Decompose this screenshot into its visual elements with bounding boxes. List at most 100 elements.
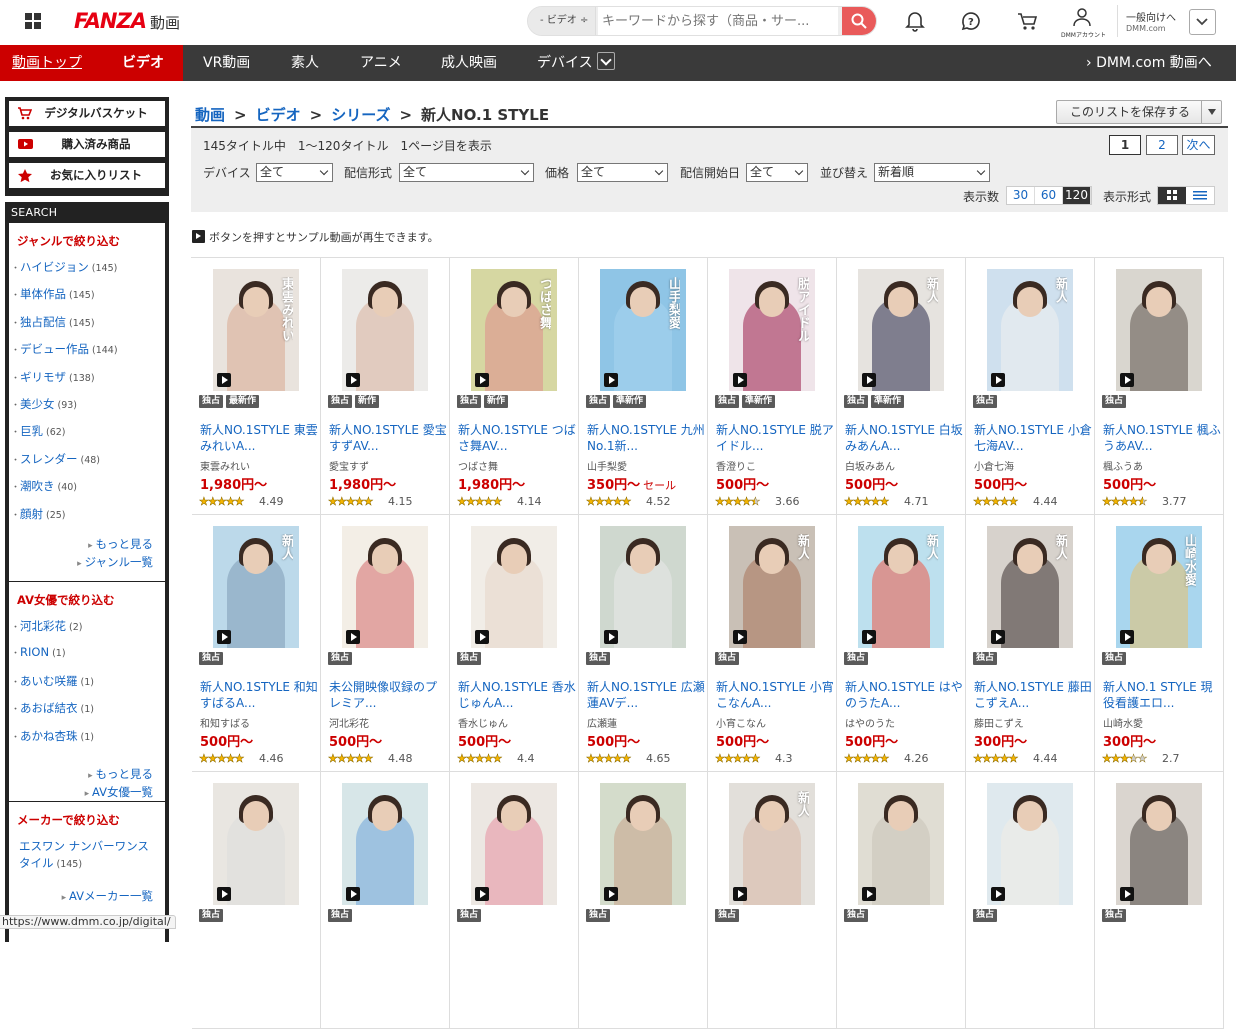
play-icon[interactable] <box>991 373 1005 387</box>
product-title[interactable]: 新人NO.1STYLE 小宵こなんA... <box>716 679 834 711</box>
product-actress[interactable]: 楓ふうあ <box>1103 458 1143 473</box>
product-card[interactable]: 新人 独占 新人NO.1STYLE はやのうたA... はやのうた 500円〜 ★★★★★… <box>837 515 966 772</box>
play-icon[interactable] <box>346 630 360 644</box>
play-icon[interactable] <box>733 630 747 644</box>
app-grid-icon[interactable] <box>25 13 41 29</box>
play-icon[interactable] <box>862 373 876 387</box>
product-title[interactable] <box>974 936 1092 968</box>
product-thumbnail[interactable] <box>342 269 428 391</box>
product-title[interactable] <box>716 936 834 968</box>
help-icon[interactable]: ? <box>960 10 982 32</box>
genre-item[interactable]: ギリモザ(138) <box>17 369 157 396</box>
next-page-button[interactable]: 次へ <box>1182 135 1215 155</box>
product-card[interactable]: 独占 新作 新人NO.1STYLE 愛宝すずAV... 愛宝すず 1,980円〜 ★★★★… <box>321 258 450 515</box>
breadcrumb-series[interactable]: シリーズ <box>331 106 390 124</box>
product-card[interactable]: 独占 新人NO.1STYLE 香水じゅんA... 香水じゅん 500円〜 ★★★★★ ★★… <box>450 515 579 772</box>
product-thumbnail[interactable] <box>858 783 944 905</box>
product-thumbnail[interactable]: 新人 <box>987 269 1073 391</box>
product-thumbnail[interactable] <box>342 783 428 905</box>
genre-item[interactable]: デビュー作品(144) <box>17 341 157 368</box>
product-title[interactable]: 新人NO.1STYLE 脱アイドル... <box>716 422 834 454</box>
play-icon[interactable] <box>1120 630 1134 644</box>
genre-item[interactable]: 単体作品(145) <box>17 286 157 313</box>
product-actress[interactable]: 和知すばる <box>200 715 250 730</box>
play-icon[interactable] <box>475 630 489 644</box>
product-thumbnail[interactable] <box>213 783 299 905</box>
product-title[interactable] <box>587 936 705 968</box>
bell-icon[interactable] <box>905 10 925 32</box>
product-card[interactable]: 独占 <box>321 772 450 1029</box>
product-thumbnail[interactable] <box>600 783 686 905</box>
product-card[interactable]: 独占 <box>192 772 321 1029</box>
genre-item[interactable]: 独占配信(145) <box>17 314 157 341</box>
actress-item[interactable]: 河北彩花(2) <box>17 618 157 645</box>
product-card[interactable]: 独占 未公開映像収録のプレミア... 河北彩花 500円〜 ★★★★★ ★★★★★ 4.48 <box>321 515 450 772</box>
play-icon[interactable] <box>217 630 231 644</box>
product-thumbnail[interactable]: 山手梨愛 <box>600 269 686 391</box>
digital-basket-button[interactable]: デジタルバスケット <box>9 101 165 126</box>
play-icon[interactable] <box>733 887 747 901</box>
product-title[interactable]: 新人NO.1 STYLE 現役看護エロ... <box>1103 679 1221 711</box>
display-60-option[interactable]: 60 <box>1035 187 1063 204</box>
product-thumbnail[interactable] <box>1116 783 1202 905</box>
search-category-select[interactable]: - ビデオ ÷ <box>528 7 596 35</box>
product-thumbnail[interactable]: 新人 <box>213 526 299 648</box>
nav-video[interactable]: ビデオ <box>122 45 164 81</box>
genre-item[interactable]: スレンダー(48) <box>17 451 157 478</box>
maker-list-link[interactable]: AVメーカー一覧 <box>17 887 157 905</box>
product-thumbnail[interactable] <box>987 783 1073 905</box>
product-title[interactable]: 新人NO.1STYLE 白坂みあんA... <box>845 422 963 454</box>
search-input[interactable] <box>598 7 838 35</box>
product-card[interactable]: 独占 <box>837 772 966 1029</box>
genre-item[interactable]: 巨乳(62) <box>17 423 157 450</box>
product-thumbnail[interactable] <box>342 526 428 648</box>
product-actress[interactable]: 香澄りこ <box>716 458 756 473</box>
display-120-option[interactable]: 120 <box>1063 187 1091 204</box>
device-filter-select[interactable]: 全て <box>256 163 333 182</box>
product-thumbnail[interactable]: 脱アイドル <box>729 269 815 391</box>
favorites-button[interactable]: お気に入りリスト <box>9 163 165 188</box>
product-card[interactable]: 新人 独占 新人NO.1STYLE 藤田こずえA... 藤田こずえ 300円〜 ★★★★★… <box>966 515 1095 772</box>
chevron-down-icon[interactable] <box>1201 101 1221 123</box>
product-card[interactable]: 独占 新人NO.1STYLE 広瀬蓮AVデ... 広瀬蓮 500円〜 ★★★★★ ★★★★… <box>579 515 708 772</box>
product-card[interactable]: 山崎水愛 独占 新人NO.1 STYLE 現役看護エロ... 山崎水愛 300円〜 ★★★… <box>1095 515 1224 772</box>
play-icon[interactable] <box>604 887 618 901</box>
product-thumbnail[interactable]: 新人 <box>858 269 944 391</box>
product-thumbnail[interactable] <box>471 783 557 905</box>
search-button[interactable] <box>842 7 876 35</box>
product-actress[interactable]: 藤田こずえ <box>974 715 1024 730</box>
play-icon[interactable] <box>733 373 747 387</box>
genre-more-link[interactable]: もっと見る <box>17 535 157 553</box>
actress-item[interactable]: あかね杏珠(1) <box>17 728 157 755</box>
play-icon[interactable] <box>1120 373 1134 387</box>
product-title[interactable] <box>329 936 447 968</box>
product-card[interactable]: 独占 新人NO.1STYLE 楓ふうあAV... 楓ふうあ 500円〜 ★★★★★ ★★★… <box>1095 258 1224 515</box>
product-thumbnail[interactable] <box>471 526 557 648</box>
actress-list-link[interactable]: AV女優一覧 <box>17 783 157 801</box>
page-2-button[interactable]: 2 <box>1146 135 1178 155</box>
product-card[interactable]: 新人 独占 新人NO.1STYLE 和知すばるA... 和知すばる 500円〜 ★★★★★… <box>192 515 321 772</box>
product-title[interactable]: 新人NO.1STYLE 小倉七海AV... <box>974 422 1092 454</box>
actress-item[interactable]: RION(1) <box>17 645 157 672</box>
start-date-filter-select[interactable]: 全て <box>746 163 808 182</box>
play-icon[interactable] <box>1120 887 1134 901</box>
purchased-button[interactable]: 購入済み商品 <box>9 132 165 157</box>
product-thumbnail[interactable]: 新人 <box>729 783 815 905</box>
format-filter-select[interactable]: 全て <box>399 163 534 182</box>
product-thumbnail[interactable]: 東雲みれい <box>213 269 299 391</box>
play-icon[interactable] <box>217 887 231 901</box>
product-thumbnail[interactable]: 山崎水愛 <box>1116 526 1202 648</box>
display-30-option[interactable]: 30 <box>1007 187 1035 204</box>
product-thumbnail[interactable] <box>600 526 686 648</box>
product-actress[interactable]: 白坂みあん <box>845 458 895 473</box>
product-title[interactable]: 新人NO.1STYLE 九州No.1新... <box>587 422 705 454</box>
play-icon[interactable] <box>346 373 360 387</box>
product-title[interactable] <box>845 936 963 968</box>
genre-item[interactable]: 美少女(93) <box>17 396 157 423</box>
play-icon[interactable] <box>604 373 618 387</box>
product-card[interactable]: 新人 独占 新人NO.1STYLE 小宵こなんA... 小宵こなん 500円〜 ★★★★★… <box>708 515 837 772</box>
product-title[interactable]: 新人NO.1STYLE 香水じゅんA... <box>458 679 576 711</box>
product-thumbnail[interactable]: 新人 <box>729 526 815 648</box>
nav-douga-top[interactable]: 動画トップ <box>12 45 82 81</box>
actress-more-link[interactable]: もっと見る <box>17 765 157 783</box>
